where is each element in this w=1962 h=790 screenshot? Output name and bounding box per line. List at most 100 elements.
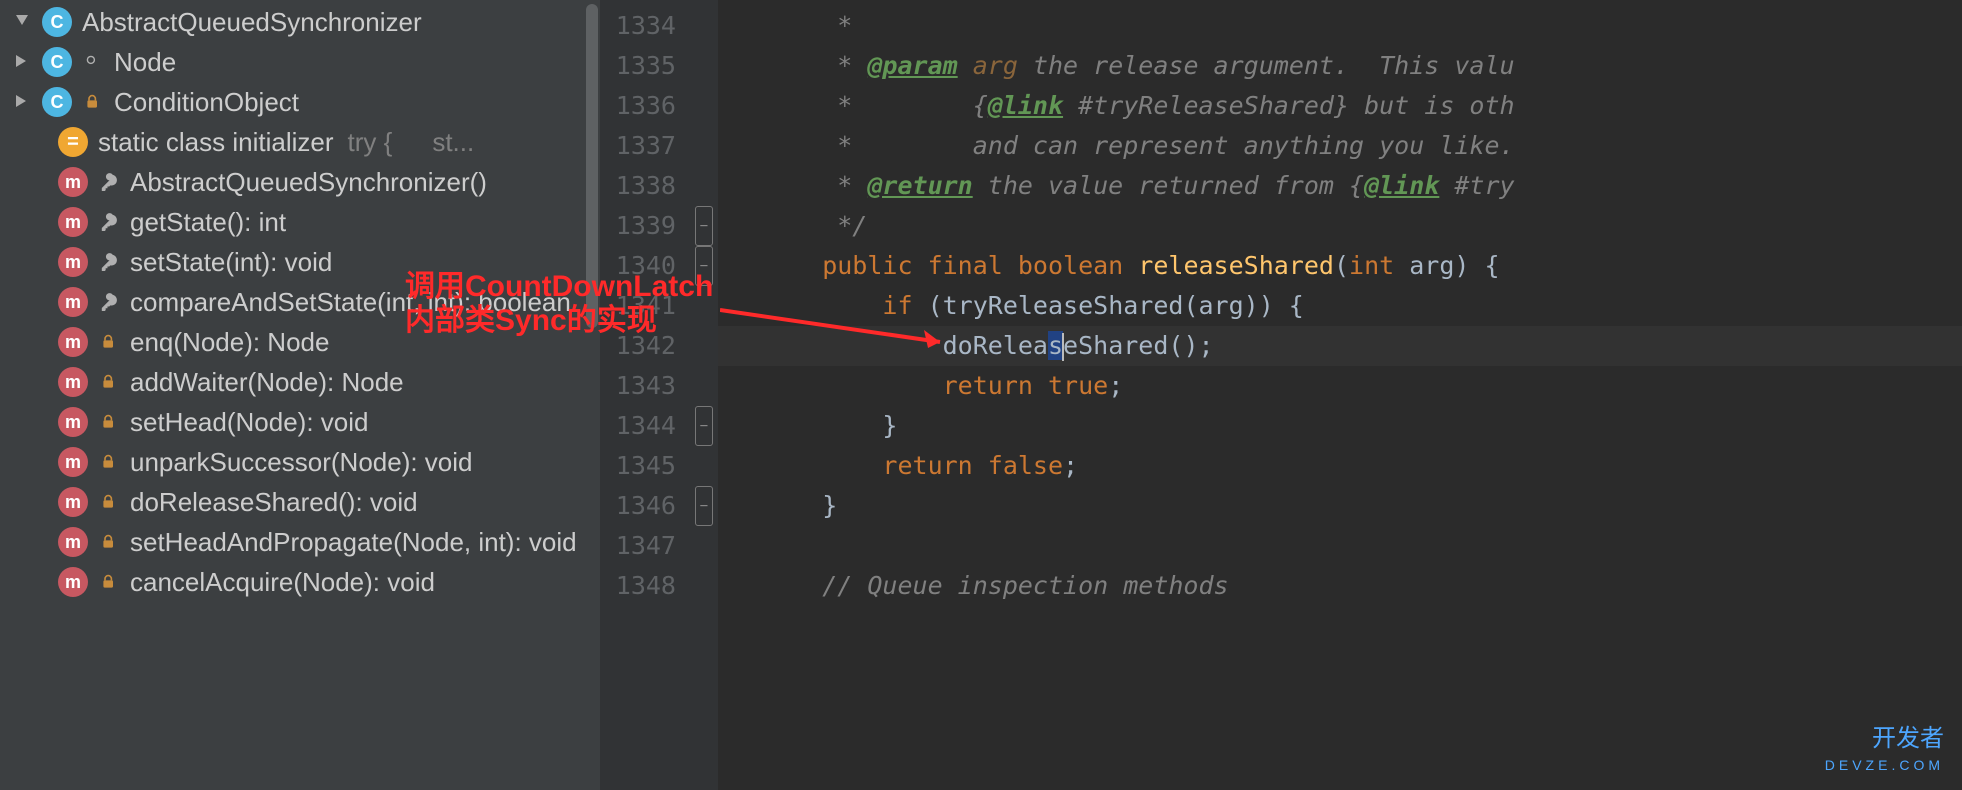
code-area[interactable]: * * @param arg the release argument. Thi… — [718, 0, 1962, 790]
method-icon: m — [58, 327, 88, 357]
structure-item[interactable]: =static class initializertry {st... — [0, 122, 600, 162]
code-editor[interactable]: 1334133513361337133813391340134113421343… — [600, 0, 1962, 790]
structure-item-label: AbstractQueuedSynchronizer — [82, 2, 422, 42]
line-number: 1337 — [600, 126, 676, 166]
fold-gutter-cell — [690, 86, 718, 126]
structure-item-label: cancelAcquire(Node): void — [130, 562, 435, 602]
fold-gutter-cell — [690, 526, 718, 566]
structure-item[interactable]: C ConditionObject — [0, 82, 600, 122]
structure-item[interactable]: C AbstractQueuedSynchronizer — [0, 2, 600, 42]
structure-item-label: getState(): int — [130, 202, 286, 242]
fold-gutter-cell — [690, 46, 718, 86]
structure-item[interactable]: m AbstractQueuedSynchronizer() — [0, 162, 600, 202]
structure-item-label: setHeadAndPropagate(Node, int): void — [130, 522, 577, 562]
structure-item-hint: st... — [432, 122, 474, 162]
structure-item-label: unparkSuccessor(Node): void — [130, 442, 473, 482]
class-icon: C — [42, 87, 72, 117]
line-number: 1348 — [600, 566, 676, 606]
structure-item[interactable]: m setHeadAndPropagate(Node, int): void — [0, 522, 600, 562]
circle-icon — [82, 51, 104, 73]
annotation-arrow — [720, 300, 960, 360]
chevron-down-icon[interactable] — [12, 11, 34, 33]
lock-icon — [98, 371, 120, 393]
structure-item-label: ConditionObject — [114, 82, 299, 122]
code-line[interactable]: * @return the value returned from {@link… — [762, 166, 1962, 206]
watermark: 开发者 DEVZE.COM — [1825, 726, 1944, 778]
code-line[interactable]: * — [762, 6, 1962, 46]
fold-gutter-cell: − — [690, 406, 718, 446]
method-icon: m — [58, 527, 88, 557]
structure-item-label: doReleaseShared(): void — [130, 482, 418, 522]
class-icon: C — [42, 7, 72, 37]
lock-icon — [98, 531, 120, 553]
structure-item[interactable]: C Node — [0, 42, 600, 82]
line-number: 1344 — [600, 406, 676, 446]
code-line[interactable]: } — [762, 486, 1962, 526]
annotation-text: 调用CountDownLatch 内部类Sync的实现 — [405, 270, 713, 338]
key-icon — [98, 211, 120, 233]
code-line[interactable]: public final boolean releaseShared(int a… — [762, 246, 1962, 286]
structure-item[interactable]: m cancelAcquire(Node): void — [0, 562, 600, 602]
structure-item-label: setState(int): void — [130, 242, 332, 282]
code-line[interactable]: return true; — [762, 366, 1962, 406]
lock-icon — [98, 331, 120, 353]
code-line[interactable]: return false; — [762, 446, 1962, 486]
field-icon: = — [58, 127, 88, 157]
class-icon: C — [42, 47, 72, 77]
code-line[interactable]: // Queue inspection methods — [762, 566, 1962, 606]
code-line[interactable]: } — [762, 406, 1962, 446]
structure-item-label: Node — [114, 42, 176, 82]
code-line[interactable] — [762, 526, 1962, 566]
chevron-right-icon[interactable] — [12, 91, 34, 113]
code-line[interactable]: * {@link #tryReleaseShared} but is oth — [762, 86, 1962, 126]
lock-icon — [98, 451, 120, 473]
fold-toggle-icon[interactable]: − — [695, 406, 713, 446]
fold-gutter-cell — [690, 166, 718, 206]
method-icon: m — [58, 207, 88, 237]
structure-item-label: addWaiter(Node): Node — [130, 362, 404, 402]
method-icon: m — [58, 367, 88, 397]
line-number: 1346 — [600, 486, 676, 526]
fold-gutter-cell — [690, 6, 718, 46]
line-number: 1334 — [600, 6, 676, 46]
fold-gutter-cell — [690, 446, 718, 486]
structure-item[interactable]: m setHead(Node): void — [0, 402, 600, 442]
method-icon: m — [58, 487, 88, 517]
line-number: 1335 — [600, 46, 676, 86]
fold-gutter-cell: − — [690, 206, 718, 246]
structure-item-label: enq(Node): Node — [130, 322, 329, 362]
structure-item-label: setHead(Node): void — [130, 402, 368, 442]
code-line[interactable]: * @param arg the release argument. This … — [762, 46, 1962, 86]
structure-item-hint: try { — [348, 122, 393, 162]
lock-icon — [82, 91, 104, 113]
structure-item[interactable]: m getState(): int — [0, 202, 600, 242]
line-number: 1338 — [600, 166, 676, 206]
fold-gutter: −−−− — [690, 0, 718, 790]
lock-icon — [98, 491, 120, 513]
structure-item[interactable]: munparkSuccessor(Node): void — [0, 442, 600, 482]
structure-item-label: AbstractQueuedSynchronizer() — [130, 162, 487, 202]
line-number: 1336 — [600, 86, 676, 126]
structure-item[interactable]: m addWaiter(Node): Node — [0, 362, 600, 402]
method-icon: m — [58, 407, 88, 437]
line-number-gutter: 1334133513361337133813391340134113421343… — [600, 0, 690, 790]
structure-panel: C AbstractQueuedSynchronizer C Node C Conditi… — [0, 0, 600, 790]
fold-toggle-icon[interactable]: − — [695, 206, 713, 246]
line-number: 1343 — [600, 366, 676, 406]
method-icon: m — [58, 287, 88, 317]
method-icon: m — [58, 247, 88, 277]
lock-icon — [98, 411, 120, 433]
fold-gutter-cell: − — [690, 486, 718, 526]
method-icon: m — [58, 167, 88, 197]
line-number: 1347 — [600, 526, 676, 566]
structure-item[interactable]: m doReleaseShared(): void — [0, 482, 600, 522]
code-line[interactable]: * and can represent anything you like. — [762, 126, 1962, 166]
fold-gutter-cell — [690, 366, 718, 406]
key-icon — [98, 251, 120, 273]
fold-toggle-icon[interactable]: − — [695, 486, 713, 526]
chevron-right-icon[interactable] — [12, 51, 34, 73]
line-number: 1345 — [600, 446, 676, 486]
method-icon: m — [58, 567, 88, 597]
key-icon — [98, 291, 120, 313]
code-line[interactable]: */ — [762, 206, 1962, 246]
